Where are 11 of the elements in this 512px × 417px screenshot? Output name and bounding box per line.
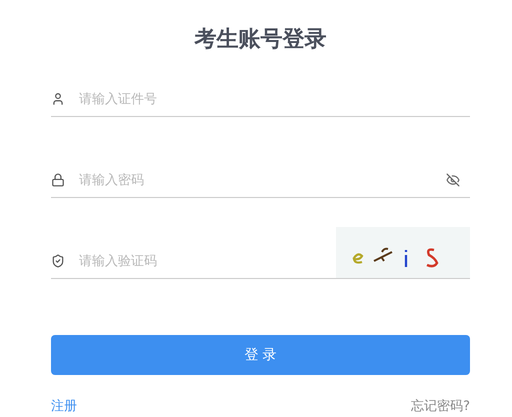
- shield-check-icon: [51, 254, 65, 268]
- eye-off-icon[interactable]: [446, 173, 460, 187]
- forgot-password-link[interactable]: 忘记密码?: [411, 397, 470, 415]
- user-icon: [51, 92, 65, 106]
- register-link[interactable]: 注册: [51, 397, 77, 415]
- login-button[interactable]: 登 录: [51, 335, 470, 375]
- id-number-field[interactable]: 请输入证件号: [79, 92, 470, 106]
- password-field[interactable]: 请输入密码: [79, 172, 432, 188]
- lock-icon: [51, 173, 65, 187]
- page-title: 考生账号登录: [193, 26, 328, 54]
- captcha-field[interactable]: 请输入验证码: [79, 254, 336, 268]
